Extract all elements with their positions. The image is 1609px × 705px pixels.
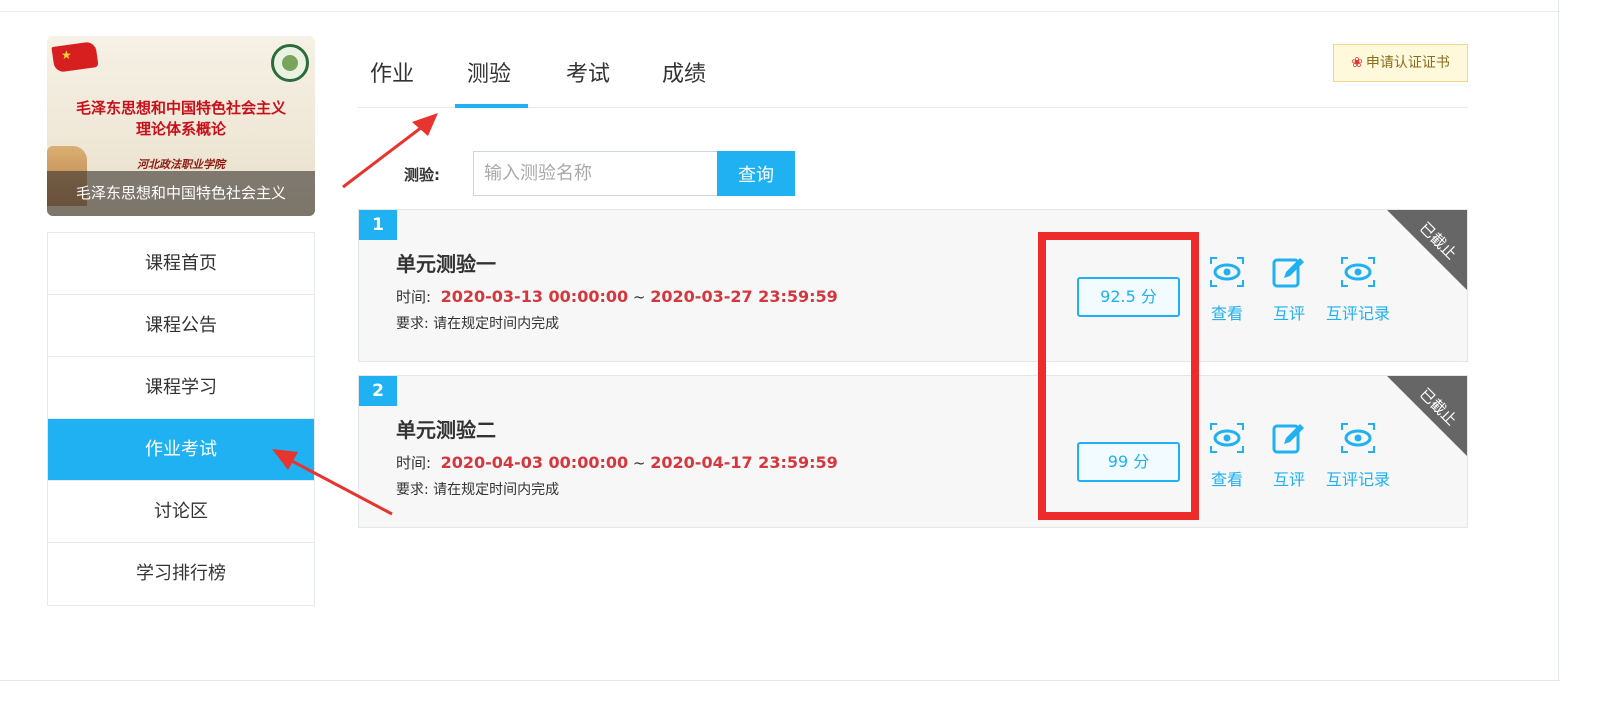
eye-icon	[1341, 423, 1375, 453]
time-separator: ~	[632, 454, 646, 472]
quiz-time: 时间: 2020-03-13 00:00:00 ~ 2020-03-27 23:…	[396, 286, 838, 307]
eye-icon	[1210, 423, 1244, 453]
menu-item-ranking[interactable]: 学习排行榜	[48, 543, 314, 605]
eye-icon	[1341, 257, 1375, 287]
cover-title-line1: 毛泽东思想和中国特色社会主义	[75, 99, 286, 117]
tab-bar: 作业 测验 考试 成绩	[358, 40, 1468, 108]
peer-review-action[interactable]: 互评	[1270, 254, 1308, 324]
view-label: 查看	[1210, 304, 1243, 323]
quiz-number-badge: 2	[359, 376, 397, 406]
apply-certificate-label: 申请认证证书	[1365, 55, 1450, 71]
quiz-title: 单元测验一	[396, 252, 496, 276]
peer-review-record-label: 互评记录	[1326, 304, 1391, 323]
quiz-search-input[interactable]	[473, 151, 718, 196]
course-cover[interactable]: ★ 毛泽东思想和中国特色社会主义 理论体系概论 河北政法职业学院 毛泽东思想和中…	[47, 36, 315, 216]
quiz-card: 2 单元测验二 时间: 2020-04-03 00:00:00 ~ 2020-0…	[358, 375, 1468, 528]
course-caption: 毛泽东思想和中国特色社会主义	[47, 171, 315, 216]
bottom-border	[0, 680, 1560, 681]
right-border	[1558, 0, 1559, 681]
side-menu: 课程首页 课程公告 课程学习 作业考试 讨论区 学习排行榜	[47, 232, 315, 606]
ribbon-icon: ❀	[1351, 55, 1363, 71]
time-label: 时间:	[396, 288, 432, 306]
menu-item-home[interactable]: 课程首页	[48, 233, 314, 295]
search-button[interactable]: 查询	[717, 151, 795, 196]
time-separator: ~	[632, 288, 646, 306]
menu-item-study[interactable]: 课程学习	[48, 357, 314, 419]
quiz-time: 时间: 2020-04-03 00:00:00 ~ 2020-04-17 23:…	[396, 452, 838, 473]
tab-exam[interactable]: 考试	[566, 56, 610, 88]
tab-homework[interactable]: 作业	[370, 56, 414, 88]
cover-title-line2: 理论体系概论	[135, 120, 226, 138]
quiz-title: 单元测验二	[396, 418, 496, 442]
cover-school: 河北政法职业学院	[137, 158, 225, 171]
menu-item-discussion[interactable]: 讨论区	[48, 481, 314, 543]
menu-item-announcements[interactable]: 课程公告	[48, 295, 314, 357]
edit-icon	[1272, 424, 1304, 454]
quiz-card: 1 单元测验一 时间: 2020-03-13 00:00:00 ~ 2020-0…	[358, 209, 1468, 362]
quiz-number-badge: 1	[359, 210, 397, 240]
quiz-requirement: 要求: 请在规定时间内完成	[396, 316, 560, 332]
cover-title: 毛泽东思想和中国特色社会主义 理论体系概论	[57, 98, 305, 140]
peer-review-label: 互评	[1272, 304, 1305, 323]
time-label: 时间:	[396, 454, 432, 472]
quiz-requirement: 要求: 请在规定时间内完成	[396, 482, 560, 498]
peer-review-action[interactable]: 互评	[1270, 420, 1308, 490]
peer-review-record-label: 互评记录	[1326, 470, 1391, 489]
active-tab-indicator	[455, 104, 528, 108]
time-end: 2020-03-27 23:59:59	[650, 287, 838, 306]
arrow-head-icon	[412, 113, 438, 136]
edit-icon	[1272, 258, 1304, 288]
apply-certificate-button[interactable]: ❀ 申请认证证书	[1333, 44, 1468, 82]
peer-review-record-action[interactable]: 互评记录	[1326, 420, 1390, 490]
view-action[interactable]: 查看	[1208, 254, 1246, 324]
score-highlight-box	[1038, 232, 1199, 520]
time-end: 2020-04-17 23:59:59	[650, 453, 838, 472]
view-label: 查看	[1210, 470, 1243, 489]
school-seal-icon	[271, 44, 309, 82]
time-start: 2020-03-13 00:00:00	[440, 287, 629, 306]
peer-review-label: 互评	[1272, 470, 1305, 489]
eye-icon	[1210, 257, 1244, 287]
tab-grades[interactable]: 成绩	[662, 56, 706, 88]
top-border	[0, 0, 1560, 12]
star-icon: ★	[61, 48, 72, 62]
menu-item-assignments-exams[interactable]: 作业考试	[48, 419, 314, 481]
view-action[interactable]: 查看	[1208, 420, 1246, 490]
party-flag-icon	[51, 41, 99, 73]
time-start: 2020-04-03 00:00:00	[440, 453, 629, 472]
peer-review-record-action[interactable]: 互评记录	[1326, 254, 1390, 324]
search-label: 测验:	[404, 166, 440, 184]
tab-quiz[interactable]: 测验	[467, 56, 511, 88]
